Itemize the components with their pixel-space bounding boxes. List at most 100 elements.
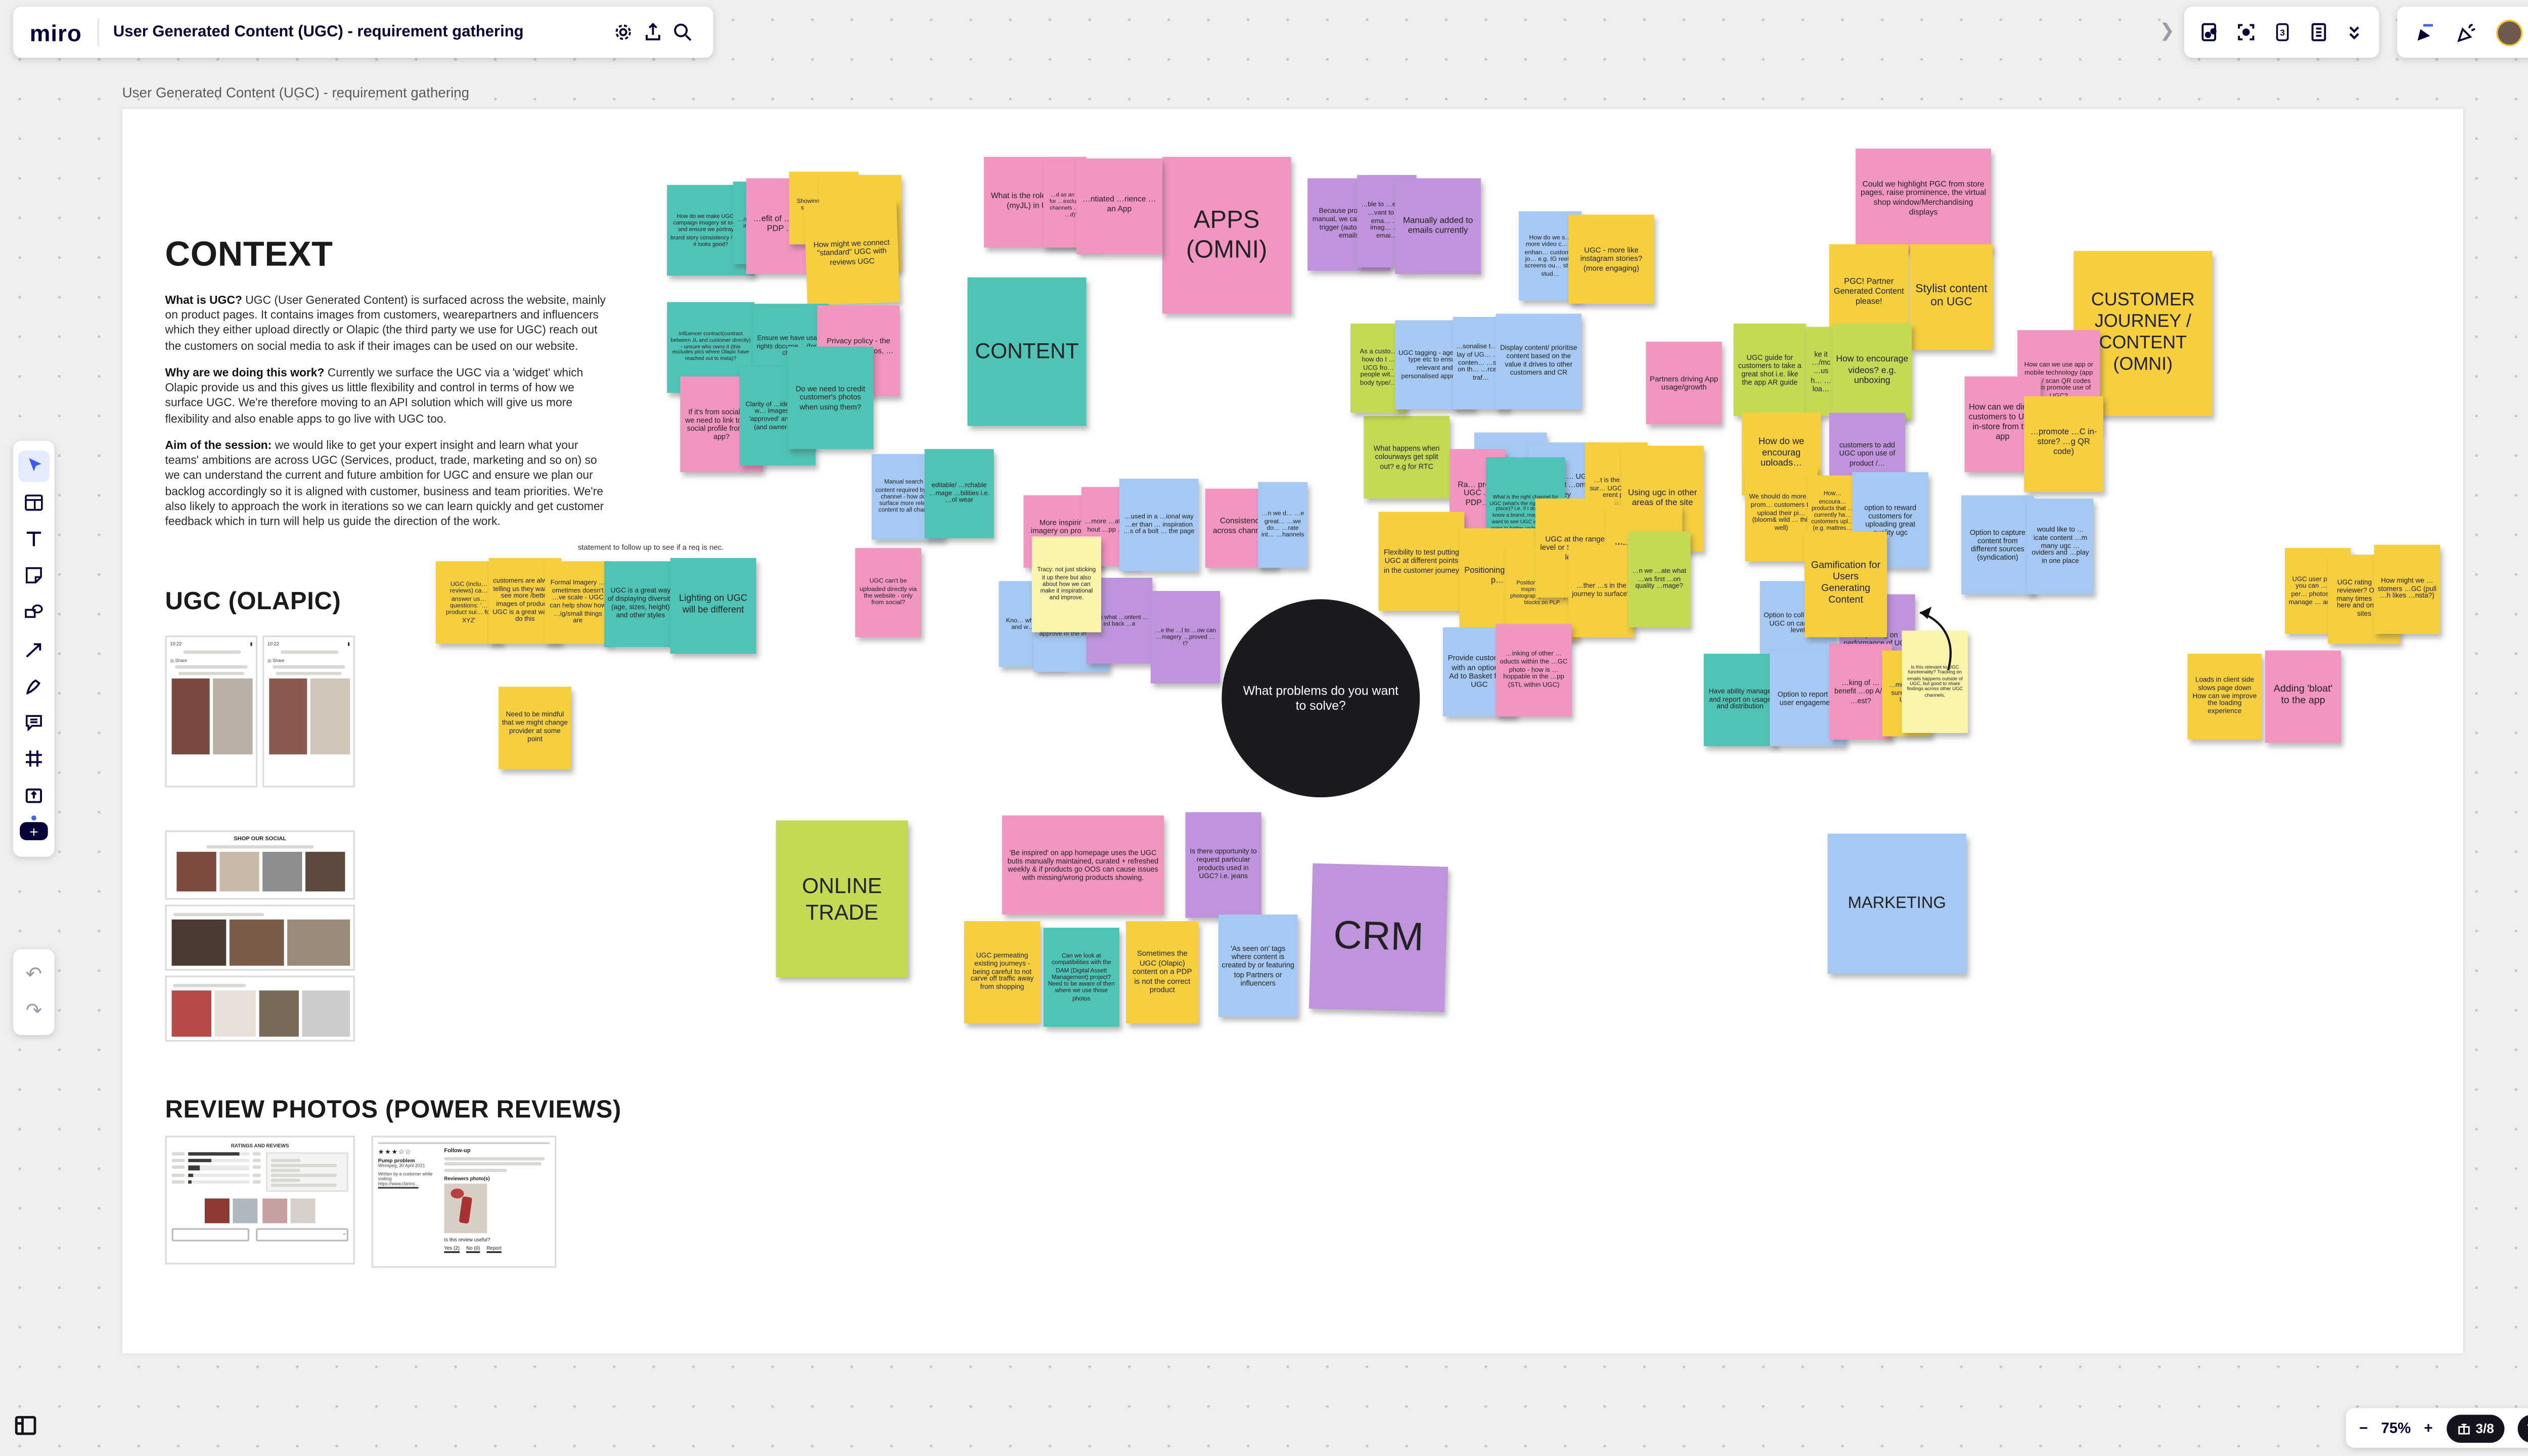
sticky-note[interactable]: Is there opportunity to request particul… (1185, 812, 1261, 918)
sticky-note[interactable]: MARKETING (1828, 834, 1966, 974)
sticky-note[interactable]: Gamification for Users Generating Conten… (1804, 531, 1887, 637)
sticky-note[interactable]: CRM (1309, 863, 1448, 1012)
phone-screenshot-2[interactable]: 10:22▮ ◎ Share (262, 635, 355, 787)
templates-icon[interactable] (18, 487, 50, 518)
yes-link[interactable]: Yes (2) (444, 1244, 460, 1250)
sticky-note[interactable]: What happens when colourways get split o… (1364, 416, 1450, 498)
ugc-photo[interactable] (262, 851, 301, 890)
review-photos-heading[interactable]: REVIEW PHOTOS (POWER REVIEWS) (165, 1096, 621, 1124)
sticky-note[interactable]: Option to capture content from different… (1961, 495, 2034, 595)
sticky-note[interactable]: How might we connect "standard" UGC with… (804, 200, 900, 305)
ugc-photo[interactable] (213, 678, 252, 754)
sticky-note[interactable]: …inking of other …oducts within the …GC … (1496, 624, 1571, 716)
sticky-note[interactable]: UGC is a great way of displaying diversi… (604, 561, 677, 647)
sticky-note[interactable]: Have ability manage and report on usage … (1704, 654, 1777, 746)
review-photo[interactable] (262, 1198, 287, 1222)
pen-tool-icon[interactable] (18, 670, 50, 701)
sticky-note[interactable]: 'Be inspired' on app homepage uses the U… (1002, 815, 1164, 915)
sticky-note[interactable]: Adding 'bloat' to the app (2265, 651, 2341, 743)
export-icon[interactable] (637, 17, 667, 47)
ugc-photo[interactable] (229, 919, 284, 965)
review-photo[interactable] (233, 1198, 258, 1222)
website-screenshot-row2[interactable] (165, 904, 355, 971)
sticky-note[interactable]: Lighting on UGC will be different (670, 558, 756, 654)
sticky-note[interactable]: How might we …stomers …GC (pull …h likes… (2374, 545, 2441, 634)
frames-counter-pill[interactable]: 3/8 (2446, 1414, 2504, 1442)
sticky-note[interactable]: UGC can't be uploaded directly via the w… (855, 548, 921, 637)
sticky-note[interactable]: Display content/ prioritise content base… (1496, 313, 1582, 409)
share-label[interactable]: ◎ Share (267, 656, 350, 663)
frames-focus-icon[interactable] (2230, 17, 2260, 47)
sticky-note[interactable]: Could we highlight PGC from store pages,… (1856, 149, 1991, 251)
sticky-note[interactable]: ONLINE TRADE (776, 821, 908, 977)
ugc-photo[interactable] (258, 990, 299, 1036)
undo-icon[interactable]: ↶ (18, 959, 50, 990)
settings-gear-icon[interactable] (608, 17, 638, 47)
ugc-photo[interactable] (215, 990, 255, 1036)
shapes-tool-icon[interactable] (18, 597, 50, 628)
avatar[interactable] (2494, 17, 2524, 47)
sticky-note[interactable]: Loads in client side slows page down How… (2188, 654, 2262, 740)
ugc-photo[interactable] (310, 678, 349, 754)
sort-select[interactable]: ⌄ (256, 1228, 348, 1241)
more-tools-icon[interactable]: + (18, 816, 50, 848)
board-title[interactable]: User Generated Content (UGC) - requireme… (113, 23, 524, 41)
upload-tool-icon[interactable] (18, 780, 50, 811)
review-detail-screenshot[interactable]: ★★★☆☆ Pump problem Winnipeg, 30 April 20… (372, 1136, 557, 1268)
miro-logo[interactable]: miro (30, 19, 82, 46)
sticky-note[interactable]: would like to …icate content …m many ugc… (2027, 498, 2094, 594)
sticky-note[interactable]: editable/ …rchable …mage …bilities i.e. … (925, 449, 994, 538)
sticky-note[interactable]: Tracy: not just sticking it up there but… (1032, 536, 1101, 632)
review-url[interactable]: https://www.clarins... (378, 1182, 438, 1187)
zoom-level[interactable]: 75% (2381, 1420, 2411, 1436)
sticky-note[interactable]: Need to be mindful that we might change … (499, 687, 571, 769)
sticky-note[interactable]: Do we need to credit customer's photos w… (788, 347, 874, 449)
cards-icon[interactable] (2194, 17, 2224, 47)
review-photo[interactable] (204, 1198, 229, 1222)
sticky-note[interactable]: …promote …C in-store? …g QR code) (2024, 396, 2103, 492)
sticky-note[interactable]: Can we look at compatibilities with the … (1044, 928, 1119, 1027)
collapse-panel-icon[interactable]: ❯ (2159, 20, 2175, 41)
sticky-note[interactable]: ke it …/mc …us h… …loa… (1806, 327, 1836, 416)
context-text[interactable]: What is UGC? UGC (User Generated Content… (165, 294, 611, 542)
followup-annotation[interactable]: statement to follow up to see if a req i… (578, 543, 724, 551)
sticky-note[interactable]: Manually added to emails currently (1395, 178, 1481, 274)
ugc-photo[interactable] (171, 990, 211, 1036)
sticky-note[interactable]: …ntiated …rience …an App (1076, 158, 1162, 254)
sticky-note[interactable]: Flexibility to test putting UGC at diffe… (1379, 512, 1465, 611)
sticky-note[interactable]: APPS (OMNI) (1162, 157, 1291, 313)
presentation-cursor-icon[interactable] (2410, 17, 2440, 47)
share-label[interactable]: ◎ Share (170, 656, 252, 663)
reactions-icon[interactable] (2452, 17, 2482, 47)
sticky-note[interactable]: UGC guide for customers to take a great … (1734, 324, 1807, 416)
sticky-note[interactable]: Stylist content on UGC (1910, 244, 1993, 350)
select-tool-icon[interactable] (18, 450, 50, 481)
connector-tool-icon[interactable] (18, 633, 50, 664)
sticky-note-tool-icon[interactable] (18, 560, 50, 591)
ugc-olapic-heading[interactable]: UGC (OLAPIC) (165, 587, 341, 616)
ugc-photo[interactable] (288, 919, 349, 965)
reviewer-photo[interactable] (444, 1183, 487, 1233)
notes-icon[interactable] (2303, 17, 2333, 47)
sticky-note[interactable]: …used in a …ional way …er than … inspira… (1119, 479, 1199, 571)
sticky-note[interactable]: Partners driving App usage/growth (1646, 342, 1722, 424)
ugc-photo[interactable] (302, 990, 349, 1036)
chevron-double-down-icon[interactable] (2339, 17, 2369, 47)
report-link[interactable]: Report (486, 1244, 501, 1250)
sticky-note[interactable]: UGC permeating existing journeys - being… (964, 921, 1040, 1023)
sticky-note[interactable]: …n we …ate what …ws first …on quality …m… (1628, 531, 1691, 627)
review-photo[interactable] (291, 1198, 316, 1222)
central-question-circle[interactable]: What problems do you want to solve? (1222, 599, 1420, 797)
frame-tool-icon[interactable] (18, 743, 50, 775)
board-overview-icon[interactable] (13, 1413, 38, 1438)
no-link[interactable]: No (0) (466, 1244, 480, 1250)
timer-icon[interactable]: 3 (2267, 17, 2296, 47)
phone-screenshot-1[interactable]: 10:22▮ ◎ Share (165, 635, 258, 787)
social-gallery-screenshot[interactable]: SHOP OUR SOCIAL (165, 830, 355, 899)
ugc-photo[interactable] (219, 851, 258, 890)
search-reviews-input[interactable] (172, 1228, 249, 1241)
ugc-photo[interactable] (171, 919, 226, 965)
ratings-reviews-screenshot[interactable]: RATINGS AND REVIEWS ⌄ (165, 1136, 355, 1265)
ugc-photo[interactable] (176, 851, 215, 890)
zoom-out-button[interactable]: − (2359, 1420, 2368, 1436)
